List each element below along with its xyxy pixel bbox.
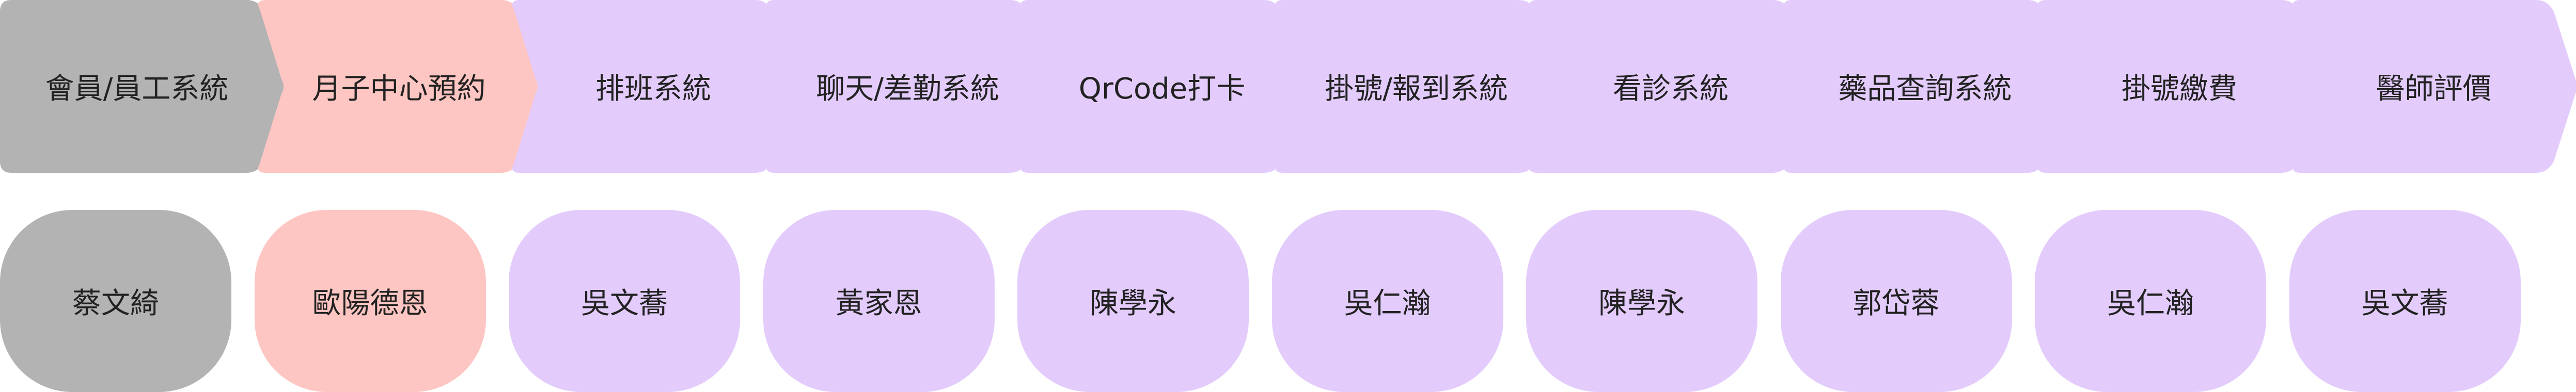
chevron-shape: [512, 0, 796, 173]
owner-pill: 吳仁瀚: [2035, 210, 2266, 392]
process-step: QrCode打卡: [1017, 0, 1307, 173]
process-step: 聊天/差勤系統: [763, 0, 1053, 173]
process-step: 藥品查詢系統: [1781, 0, 2070, 173]
chevron-shape: [2038, 0, 2322, 173]
chevron-shape: [766, 0, 1051, 173]
process-step: 掛號繳費: [2035, 0, 2324, 173]
process-step: 醫師評價: [2289, 0, 2576, 173]
owner-pill: 陳學永: [1526, 210, 1757, 392]
owner-pill: 吳文蕎: [2289, 210, 2521, 392]
process-step: 月子中心預約: [255, 0, 544, 173]
process-step: 會員/員工系統: [0, 0, 289, 173]
chevron-shape: [2292, 0, 2576, 173]
owner-pill: 黃家恩: [763, 210, 995, 392]
owner-pill: 蔡文綺: [0, 210, 231, 392]
owner-pill: 歐陽德恩: [254, 210, 486, 392]
process-step: 看診系統: [1526, 0, 1815, 173]
owner-pill: 郭岱蓉: [1780, 210, 2012, 392]
chevron-shape: [1784, 0, 2068, 173]
owner-pill: 吳文蕎: [509, 210, 740, 392]
process-step: 排班系統: [509, 0, 798, 173]
chevron-shape: [1275, 0, 1560, 173]
owner-pill: 吳仁瀚: [1271, 210, 1503, 392]
process-flow-diagram: 會員/員工系統 月子中心預約 排班系統 聊天/差勤系統 QrCode打卡 掛號/報到系統看…: [0, 0, 2576, 392]
chevron-shape: [1529, 0, 1814, 173]
chevron-shape: [1020, 0, 1305, 173]
chevron-shape: [258, 0, 542, 173]
process-step: 掛號/報到系統: [1272, 0, 1561, 173]
chevron-shape: [0, 0, 288, 173]
owner-pill: 陳學永: [1017, 210, 1249, 392]
